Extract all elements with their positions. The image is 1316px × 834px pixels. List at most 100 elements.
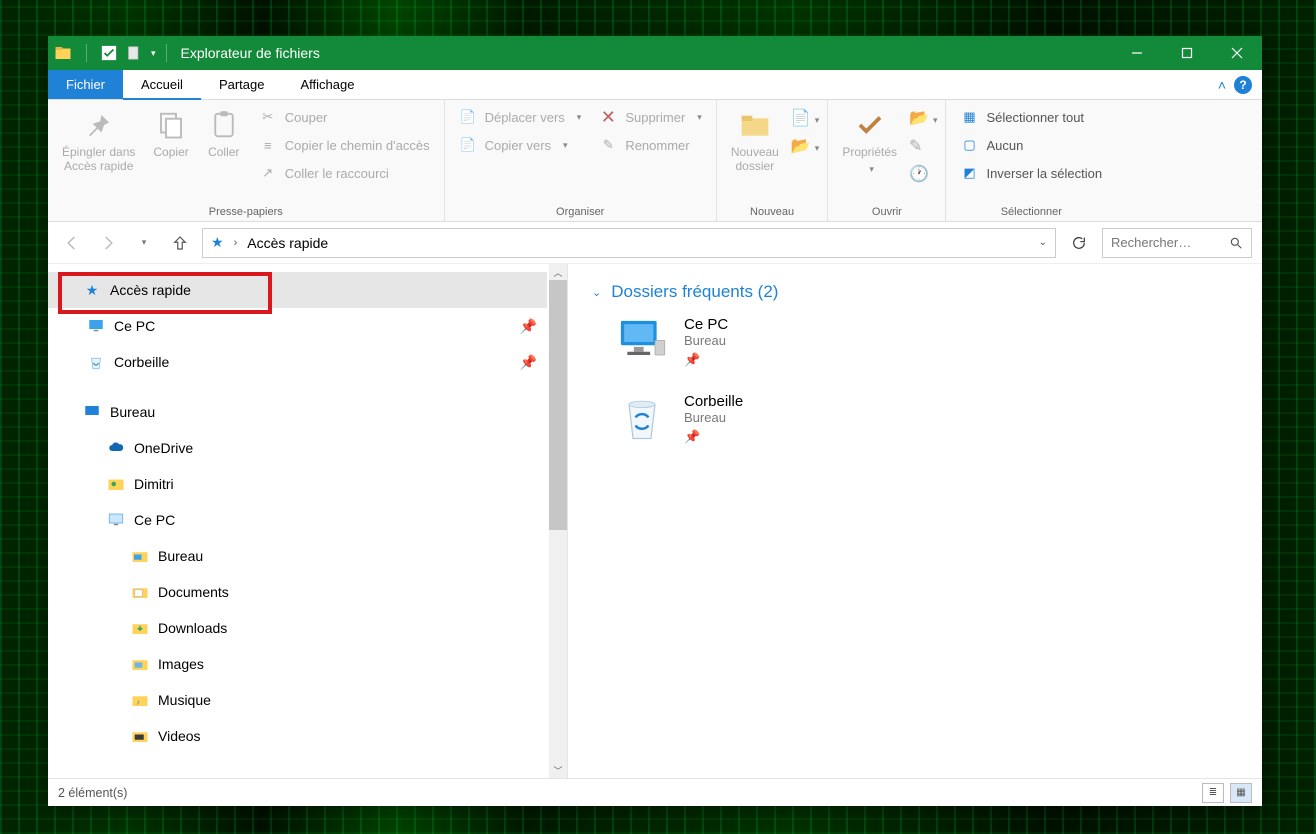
tree-folder-videos[interactable]: Videos [48,718,547,754]
properties-button[interactable]: Propriétés▾ [836,104,903,178]
tree-this-pc[interactable]: Ce PC [48,502,547,538]
new-item-dropdown-icon[interactable]: 📄▾ [791,108,819,128]
tree-scrollbar-thumb[interactable] [549,280,567,530]
help-button[interactable]: ? [1234,76,1252,94]
forward-button[interactable] [94,229,122,257]
ribbon: Épingler dans Accès rapide Copier Coller… [48,100,1262,222]
tree-folder-documents[interactable]: Documents [48,574,547,610]
body: ︿ ﹀ ★ Accès rapide Ce PC 📌 [48,264,1262,778]
explorer-window: ▾ Explorateur de fichiers Fichier Accuei… [48,36,1262,806]
edit-icon[interactable]: ✎ [909,136,937,156]
qat-document-icon[interactable] [127,45,141,61]
desktop-icon [82,402,102,422]
tree-this-pc-pinned[interactable]: Ce PC 📌 [48,308,547,344]
tree-onedrive[interactable]: OneDrive [48,430,547,466]
recycle-bin-large-icon [616,393,668,445]
tree-desktop[interactable]: Bureau [48,394,547,430]
tree-label: Videos [158,728,201,744]
frequent-item-this-pc[interactable]: Ce PC Bureau 📌 [616,316,1238,369]
refresh-button[interactable] [1064,228,1094,258]
tree-label: Ce PC [114,318,155,334]
window-title: Explorateur de fichiers [181,45,320,61]
copy-to-icon: 📄 [459,136,477,154]
scroll-up-arrow[interactable]: ︿ [549,264,567,280]
tree-label: Musique [158,692,211,708]
tree-label: Bureau [110,404,155,420]
chevron-down-icon: ⌄ [592,286,601,299]
ribbon-group-select: ▦ Sélectionner tout ▢ Aucun ◩ Inverser l… [946,100,1116,221]
computer-large-icon [616,316,668,368]
group-label-new: Nouveau [725,203,820,221]
maximize-button[interactable] [1162,36,1212,70]
folder-icon [130,582,150,602]
back-button[interactable] [58,229,86,257]
ribbon-tabs: Fichier Accueil Partage Affichage ˄ ? [48,70,1262,100]
frequent-item-recycle-bin[interactable]: Corbeille Bureau 📌 [616,393,1238,446]
nav-bar: ▾ ★ › Accès rapide ⌄ Rechercher… [48,222,1262,264]
title-bar: ▾ Explorateur de fichiers [48,36,1262,70]
paste-shortcut-button[interactable]: ↗ Coller le raccourci [253,160,436,186]
tree-label: Corbeille [114,354,169,370]
user-folder-icon [106,474,126,494]
history-icon[interactable]: 🕐 [909,164,937,184]
monitor-icon [86,316,106,336]
view-icons-button[interactable]: ▦ [1230,783,1252,803]
delete-button[interactable]: ✕ Supprimer▾ [593,104,708,130]
select-none-button[interactable]: ▢ Aucun [954,132,1108,158]
tab-home[interactable]: Accueil [123,70,201,100]
view-details-button[interactable]: ≣ [1202,783,1224,803]
tree-folder-desktop[interactable]: Bureau [48,538,547,574]
tab-share[interactable]: Partage [201,70,283,99]
tree-folder-images[interactable]: Images [48,646,547,682]
tree-folder-music[interactable]: ♪ Musique [48,682,547,718]
quick-access-star-icon: ★ [211,234,224,251]
group-label-clipboard: Presse-papiers [56,203,436,221]
copy-button[interactable]: Copier [147,104,194,164]
frequent-folders-header[interactable]: ⌄ Dossiers fréquents (2) [592,282,1238,302]
new-folder-button[interactable]: Nouveau dossier [725,104,785,178]
rename-button[interactable]: ✎ Renommer [593,132,708,158]
new-folder-icon [738,108,772,142]
pin-indicator-icon: 📌 [684,429,700,445]
address-dropdown-icon[interactable]: ⌄ [1039,237,1047,248]
copy-path-button[interactable]: ≡ Copier le chemin d'accès [253,132,436,158]
tree-folder-downloads[interactable]: Downloads [48,610,547,646]
invert-selection-button[interactable]: ◩ Inverser la sélection [954,160,1108,186]
ribbon-group-new: Nouveau dossier 📄▾ 📂▾ Nouveau [717,100,829,221]
computer-icon [106,510,126,530]
tree-label: Documents [158,584,229,600]
qat-checkbox-icon[interactable] [101,45,117,61]
cut-button[interactable]: ✂ Couper [253,104,436,130]
move-to-button[interactable]: 📄 Déplacer vers▾ [453,104,588,130]
pin-indicator-icon: 📌 [684,352,700,368]
item-title: Corbeille [684,393,743,410]
open-dropdown-icon[interactable]: 📂▾ [909,108,937,128]
scroll-down-arrow[interactable]: ﹀ [549,762,567,778]
recent-locations-button[interactable]: ▾ [130,229,158,257]
qat-dropdown-icon[interactable]: ▾ [151,48,156,59]
tree-user[interactable]: Dimitri [48,466,547,502]
item-title: Ce PC [684,316,728,333]
ribbon-group-clipboard: Épingler dans Accès rapide Copier Coller… [48,100,445,221]
pin-quick-access-button[interactable]: Épingler dans Accès rapide [56,104,141,178]
address-bar[interactable]: ★ › Accès rapide ⌄ [202,228,1056,258]
tree-quick-access[interactable]: ★ Accès rapide [48,272,547,308]
recycle-bin-icon [86,352,106,372]
group-header-label: Dossiers fréquents (2) [611,282,778,302]
copy-to-button[interactable]: 📄 Copier vers▾ [453,132,588,158]
tab-view[interactable]: Affichage [282,70,372,99]
up-button[interactable] [166,229,194,257]
paste-button[interactable]: Coller [201,104,247,164]
select-all-button[interactable]: ▦ Sélectionner tout [954,104,1108,130]
breadcrumb-location[interactable]: Accès rapide [247,235,328,251]
folder-app-icon [54,44,72,62]
delete-x-icon: ✕ [599,108,617,126]
collapse-ribbon-icon[interactable]: ˄ [1218,77,1226,93]
minimize-button[interactable] [1112,36,1162,70]
tree-recycle-bin-pinned[interactable]: Corbeille 📌 [48,344,547,380]
search-input[interactable]: Rechercher… [1102,228,1252,258]
tree-label: Dimitri [134,476,174,492]
close-button[interactable] [1212,36,1262,70]
easy-access-dropdown-icon[interactable]: 📂▾ [791,136,819,156]
tab-file[interactable]: Fichier [48,70,123,99]
